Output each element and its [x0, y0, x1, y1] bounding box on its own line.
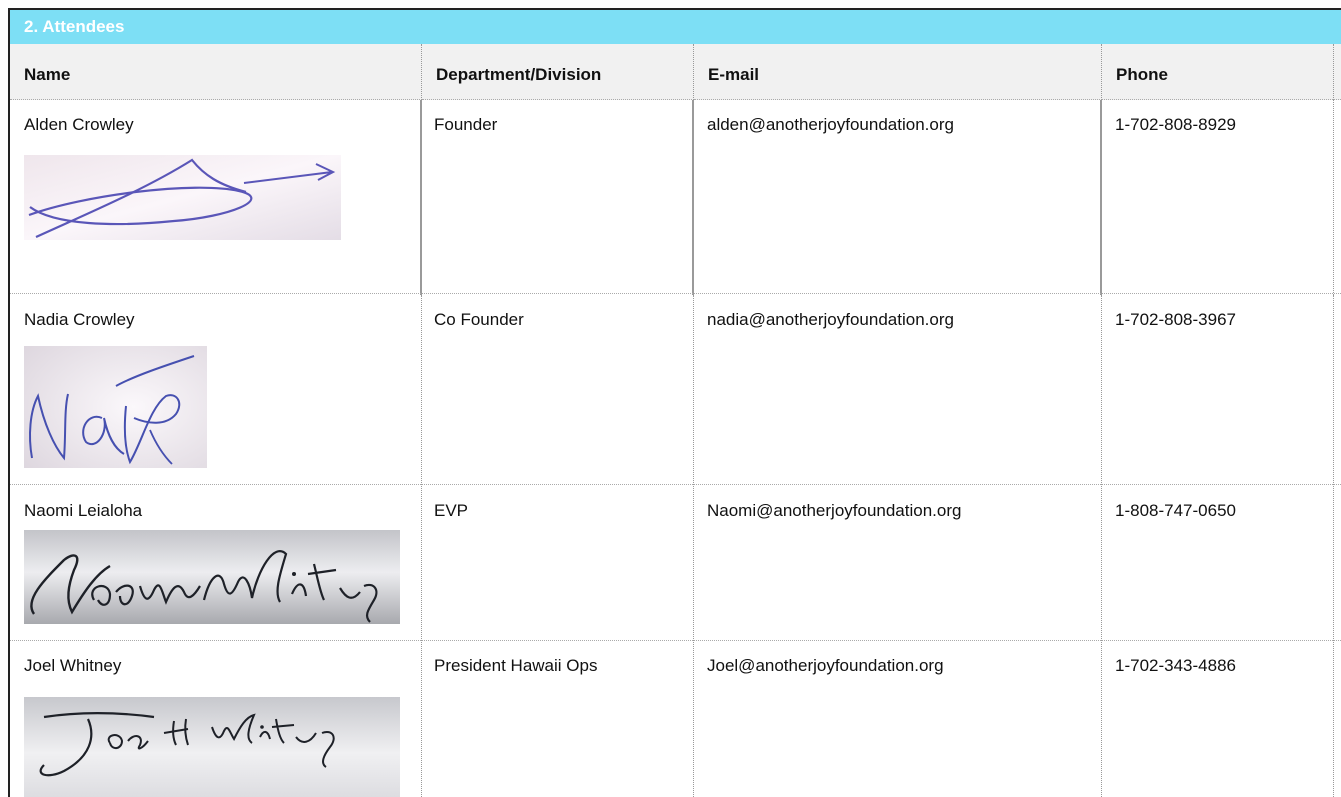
signature-alden-image	[24, 155, 341, 240]
attendee-email: nadia@anotherjoyfoundation.org	[707, 310, 954, 329]
attendee-phone: 1-808-747-0650	[1115, 501, 1236, 520]
attendee-email: Joel@anotherjoyfoundation.org	[707, 656, 944, 675]
attendee-name: Alden Crowley	[24, 115, 134, 134]
attendee-email: alden@anotherjoyfoundation.org	[707, 115, 954, 134]
grid-line	[693, 44, 694, 100]
row-divider	[10, 484, 1341, 485]
grid-line	[1333, 100, 1334, 295]
attendee-phone: 1-702-808-8929	[1115, 115, 1236, 134]
row-divider	[10, 640, 1341, 641]
grid-line	[692, 100, 694, 295]
attendee-name: Joel Whitney	[24, 656, 122, 675]
grid-line	[1101, 44, 1102, 100]
grid-line	[1333, 44, 1334, 100]
grid-line	[420, 100, 422, 295]
column-header-name: Name	[10, 44, 422, 100]
column-header-email: E-mail	[694, 44, 1102, 100]
signature-nadia-image	[24, 346, 207, 468]
grid-line	[1100, 100, 1102, 295]
attendee-department: Co Founder	[434, 310, 524, 329]
grid-line	[421, 44, 422, 100]
attendee-phone: 1-702-808-3967	[1115, 310, 1236, 329]
attendee-name: Naomi Leialoha	[24, 501, 143, 520]
attendee-department: EVP	[434, 501, 469, 520]
column-header-label: Department/Division	[436, 65, 602, 84]
column-header-label: Name	[24, 65, 71, 84]
column-header-label: E-mail	[708, 65, 760, 84]
grid-line	[693, 295, 694, 797]
grid-line	[1101, 295, 1102, 797]
column-header-department: Department/Division	[422, 44, 694, 100]
attendee-email: Naomi@anotherjoyfoundation.org	[707, 501, 962, 520]
attendee-phone: 1-702-343-4886	[1115, 656, 1236, 675]
grid-line	[421, 295, 422, 797]
signature-naomi-image	[24, 530, 400, 624]
column-header-label: Phone	[1116, 65, 1168, 84]
attendee-department: Founder	[434, 115, 498, 134]
section-title: 2. Attendees	[24, 17, 125, 36]
row-divider	[10, 293, 1341, 294]
attendees-table: 2. Attendees Name Department/Division E-…	[8, 8, 1341, 797]
grid-line	[1333, 295, 1334, 797]
column-header-phone: Phone	[1102, 44, 1341, 100]
attendee-name: Nadia Crowley	[24, 310, 135, 329]
signature-joel-image	[24, 697, 400, 797]
section-header: 2. Attendees	[10, 10, 1341, 44]
attendee-department: President Hawaii Ops	[434, 656, 598, 675]
